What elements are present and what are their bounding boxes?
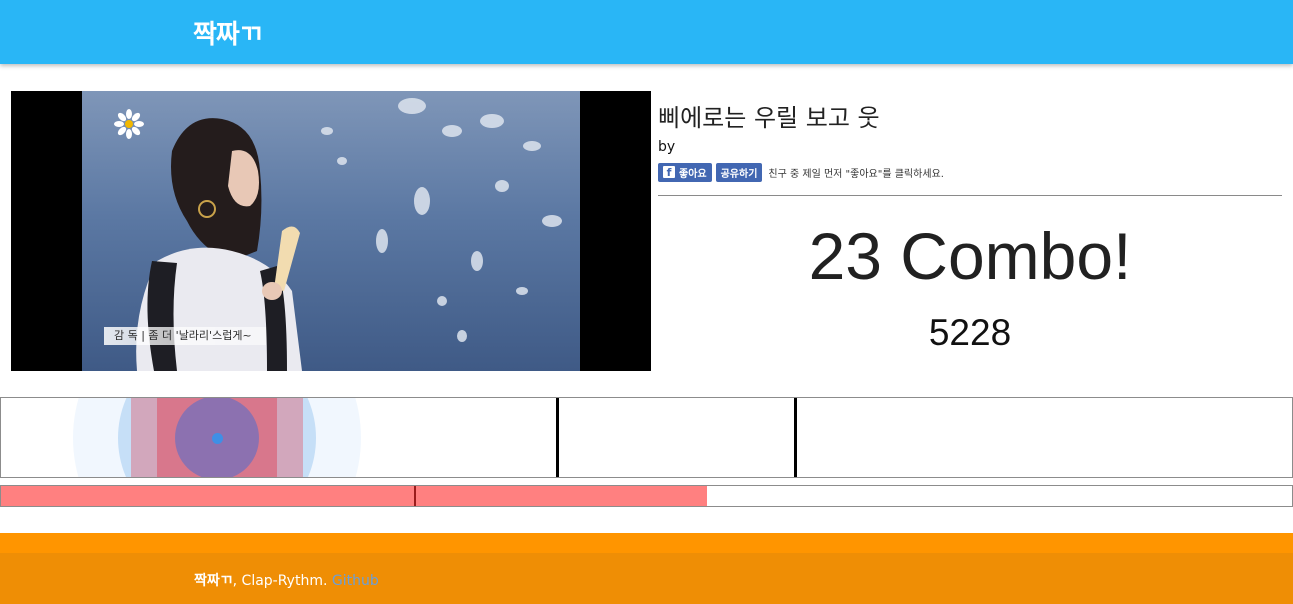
brand-logo[interactable]: 짝짜ㄲ [193, 14, 263, 51]
footer: 짝짜ㄲ, Clap-Rythm. Github [0, 553, 1293, 604]
facebook-share-button[interactable]: 공유하기 [715, 162, 763, 182]
song-artist: by [658, 139, 676, 155]
hit-cursor-dot [212, 433, 223, 444]
footer-text: 짝짜ㄲ, Clap-Rythm. Github [194, 570, 379, 590]
facebook-like-button[interactable]: f 좋아요 [658, 162, 712, 182]
score: 5228 [928, 312, 1012, 353]
footer-brand: 짝짜ㄲ [194, 573, 233, 589]
video-caption: 감 독 | 좀 더 '날라리'스럽게~ [104, 327, 266, 345]
video-player[interactable]: 감 독 | 좀 더 '날라리'스럽게~ [11, 91, 651, 371]
footer-description: , Clap-Rythm. [232, 573, 332, 589]
like-label: 좋아요 [679, 168, 707, 180]
facebook-widget: f 좋아요 공유하기 친구 중 제일 먼저 "좋아요"를 클릭하세요. [658, 162, 944, 182]
github-link[interactable]: Github [332, 573, 379, 589]
song-title: 삐에로는 우릴 보고 웃 [658, 104, 880, 132]
video-frame: 감 독 | 좀 더 '날라리'스럽게~ [82, 91, 580, 371]
song-progress-marker [414, 486, 416, 506]
divider [658, 195, 1282, 196]
app-bar: 짝짜ㄲ [0, 0, 1293, 64]
song-progress-fill [1, 486, 707, 506]
combo-counter: 23 Combo! [808, 219, 1132, 293]
facebook-prompt: 친구 중 제일 먼저 "좋아요"를 클릭하세요. [768, 168, 944, 180]
beat-marker [794, 398, 797, 477]
rhythm-track[interactable] [0, 397, 1293, 478]
beat-marker [556, 398, 559, 477]
footer-band [0, 533, 1293, 553]
channel-logo-icon [114, 109, 144, 139]
share-label: 공유하기 [720, 168, 758, 180]
song-progress-bar[interactable] [0, 485, 1293, 507]
facebook-icon: f [663, 166, 675, 179]
